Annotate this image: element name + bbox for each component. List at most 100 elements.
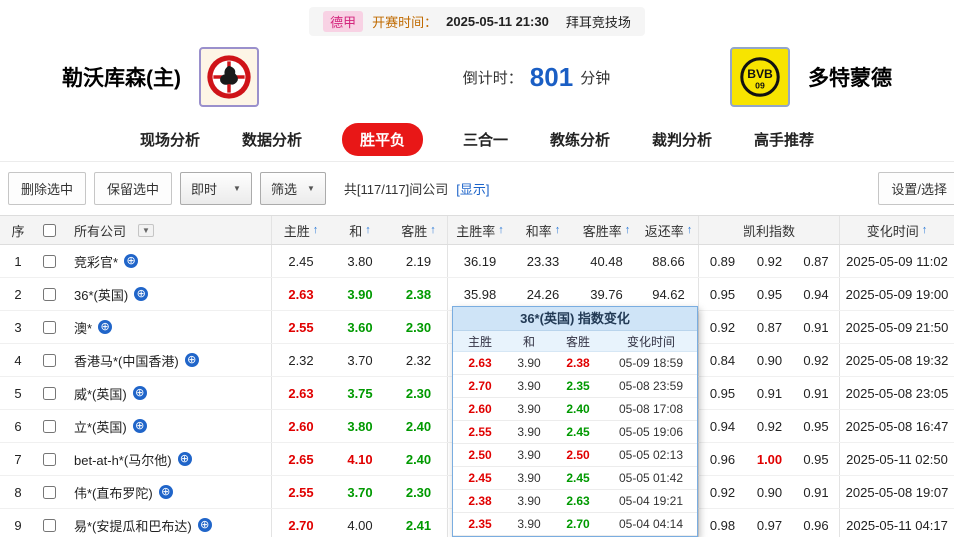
change-time: 2025-05-08 19:07: [845, 484, 949, 500]
company-cell: bet-at-h*(马尔他) ⊕: [62, 443, 272, 475]
header-change-time[interactable]: 变化时间 ↑: [840, 216, 954, 244]
row-checkbox[interactable]: [42, 287, 56, 301]
header-company[interactable]: 所有公司 ▼: [62, 216, 272, 244]
company-cell: 36*(英国) ⊕: [62, 278, 272, 310]
popup-away-odds: 2.38: [566, 356, 590, 370]
company-info-icon[interactable]: ⊕: [124, 254, 139, 268]
kelly-draw: 0.87: [756, 319, 783, 335]
popup-home-odds: 2.55: [468, 425, 492, 439]
odds-away: 2.32: [390, 344, 448, 376]
row-checkbox[interactable]: [42, 254, 56, 268]
filter-select[interactable]: 筛选 ▼: [259, 172, 326, 205]
show-link[interactable]: [显示]: [456, 179, 489, 198]
kelly-draw: 0.92: [756, 253, 783, 269]
header-select-all-cell: [36, 216, 62, 244]
popup-history-row: 2.63 3.90 2.38 05-09 18:59: [453, 352, 697, 375]
header-draw-odds-label: 和: [349, 223, 363, 239]
company-name: 竞彩官*: [74, 254, 119, 270]
tab-expert-picks[interactable]: 高手推荐: [752, 124, 816, 155]
popup-draw-odds: 3.90: [517, 448, 541, 462]
home-team: 勒沃库森(主): [62, 47, 259, 107]
match-info-bar-wrap: 德甲 开赛时间： 2025-05-11 21:30 拜耳竞技场: [0, 0, 954, 36]
kelly-draw: 0.90: [756, 484, 783, 500]
popup-column-header: 和: [522, 334, 535, 349]
row-checkbox[interactable]: [42, 386, 56, 400]
company-info-icon[interactable]: ⊕: [134, 287, 149, 301]
kelly-away: 0.95: [793, 410, 840, 442]
odds-home: 2.65: [288, 451, 314, 467]
header-home-odds[interactable]: 主胜 ↑: [272, 216, 330, 244]
row-checkbox-cell: [36, 344, 62, 376]
odds-home: 2.60: [288, 418, 314, 434]
header-draw-rate-label: 和率: [525, 223, 552, 239]
odds-draw: 3.70: [347, 352, 373, 368]
tab-win-draw-lose[interactable]: 胜平负: [341, 123, 423, 156]
rate-home: 36.19: [463, 253, 497, 269]
company-info-icon[interactable]: ⊕: [158, 485, 173, 499]
row-checkbox[interactable]: [42, 419, 56, 433]
company-name: 香港马*(中国香港): [74, 353, 179, 369]
table-header: 序 所有公司 ▼ 主胜 ↑ 和 ↑ 客胜 ↑ 主胜率 ↑ 和率 ↑ 客胜率 ↑ …: [0, 215, 954, 245]
popup-draw-odds: 3.90: [517, 517, 541, 531]
header-away-rate[interactable]: 客胜率 ↑: [574, 216, 639, 244]
popup-home-odds: 2.63: [468, 356, 492, 370]
header-draw-rate[interactable]: 和率 ↑: [512, 216, 574, 244]
time-filter-select[interactable]: 即时 ▼: [180, 172, 252, 205]
change-time: 2025-05-08 23:05: [845, 385, 949, 401]
header-home-rate[interactable]: 主胜率 ↑: [448, 216, 512, 244]
header-away-odds[interactable]: 客胜 ↑: [390, 216, 448, 244]
popup-away-odds: 2.70: [566, 517, 590, 531]
company-info-icon[interactable]: ⊕: [197, 518, 212, 532]
tab-three-in-one[interactable]: 三合一: [461, 124, 510, 155]
header-return-rate[interactable]: 返还率 ↑: [639, 216, 699, 244]
popup-draw-odds: 3.90: [517, 379, 541, 393]
row-checkbox[interactable]: [42, 320, 56, 334]
company-info-icon[interactable]: ⊕: [177, 452, 192, 466]
company-name: 36*(英国): [74, 287, 129, 303]
chevron-down-icon: ▼: [233, 184, 241, 193]
settings-button[interactable]: 设置/选择: [878, 172, 954, 205]
select-all-checkbox[interactable]: [42, 223, 56, 237]
odds-draw: 4.10: [347, 451, 373, 467]
row-index: 3: [14, 319, 22, 335]
kelly-away: 0.87: [793, 245, 840, 277]
odds-draw: 3.80: [347, 418, 373, 434]
row-checkbox[interactable]: [42, 353, 56, 367]
countdown: 倒计时： 801 分钟: [301, 64, 772, 90]
change-time: 2025-05-11 02:50: [846, 451, 948, 467]
change-time: 2025-05-09 11:02: [846, 253, 948, 269]
kelly-draw: 0.91: [756, 385, 783, 401]
company-name: 立*(英国): [74, 419, 127, 435]
company-info-icon[interactable]: ⊕: [98, 320, 113, 334]
company-name: bet-at-h*(马尔他): [74, 452, 172, 468]
company-info-icon[interactable]: ⊕: [132, 419, 147, 433]
company-cell: 易*(安提瓜和巴布达) ⊕: [62, 509, 272, 537]
row-index: 4: [14, 352, 22, 368]
sort-up-icon: ↑: [312, 224, 319, 236]
row-checkbox-cell: [36, 410, 62, 442]
row-index: 1: [14, 253, 22, 269]
header-draw-odds[interactable]: 和 ↑: [330, 216, 390, 244]
countdown-unit: 分钟: [580, 69, 611, 87]
row-checkbox[interactable]: [42, 518, 56, 532]
row-checkbox[interactable]: [42, 452, 56, 466]
tab-live-analysis[interactable]: 现场分析: [138, 124, 202, 155]
tab-coach-analysis[interactable]: 教练分析: [548, 124, 612, 155]
odds-home: 2.32: [288, 352, 314, 368]
venue: 拜耳竞技场: [565, 15, 631, 30]
header-home-odds-label: 主胜: [283, 223, 310, 239]
odds-away: 2.30: [390, 476, 448, 508]
odds-away: 2.40: [390, 443, 448, 475]
tab-data-analysis[interactable]: 数据分析: [240, 124, 304, 155]
row-checkbox[interactable]: [42, 485, 56, 499]
popup-change-time: 05-04 19:21: [618, 494, 684, 508]
keep-selected-button[interactable]: 保留选中: [94, 172, 173, 205]
company-info-icon[interactable]: ⊕: [184, 353, 199, 367]
company-info-icon[interactable]: ⊕: [132, 386, 147, 400]
delete-selected-button[interactable]: 删除选中: [8, 172, 87, 205]
company-filter-dropdown-icon[interactable]: ▼: [138, 223, 154, 237]
popup-home-odds: 2.50: [468, 448, 492, 462]
popup-change-time: 05-08 17:08: [618, 402, 684, 416]
tab-referee-analysis[interactable]: 裁判分析: [650, 124, 714, 155]
sort-up-icon: ↑: [921, 224, 928, 236]
